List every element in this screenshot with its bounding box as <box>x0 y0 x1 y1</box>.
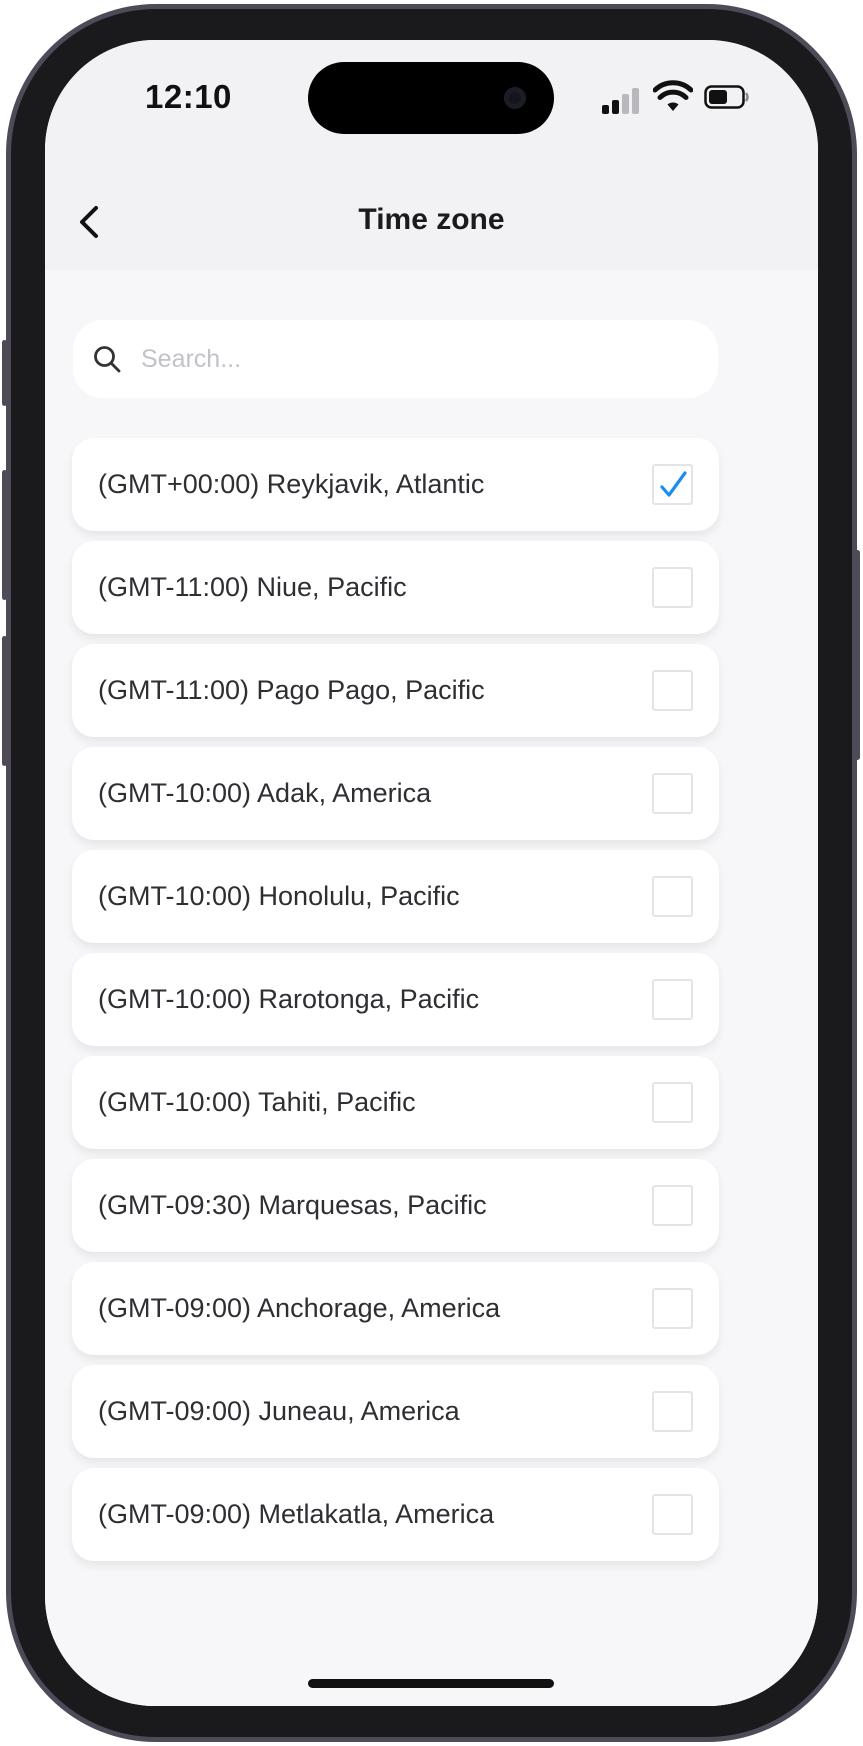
timezone-checkbox[interactable] <box>652 979 693 1020</box>
search-icon <box>94 346 121 373</box>
timezone-row[interactable]: (GMT-11:00) Pago Pago, Pacific <box>72 644 719 737</box>
power-button <box>855 550 860 760</box>
search-input[interactable] <box>139 343 683 375</box>
timezone-checkbox[interactable] <box>652 1185 693 1226</box>
timezone-row[interactable]: (GMT-10:00) Rarotonga, Pacific <box>72 953 719 1046</box>
timezone-list: (GMT+00:00) Reykjavik, Atlantic (GMT-11:0… <box>72 438 719 1571</box>
timezone-checkbox[interactable] <box>652 876 693 917</box>
wifi-icon <box>652 80 694 114</box>
front-camera-icon <box>504 87 526 109</box>
timezone-checkbox[interactable] <box>652 1082 693 1123</box>
timezone-checkbox[interactable] <box>652 1391 693 1432</box>
timezone-label: (GMT-11:00) Pago Pago, Pacific <box>98 675 485 705</box>
timezone-checkbox[interactable] <box>652 773 693 814</box>
page-title: Time zone <box>358 203 505 236</box>
timezone-row[interactable]: (GMT+00:00) Reykjavik, Atlantic <box>72 438 719 531</box>
timezone-row[interactable]: (GMT-09:00) Metlakatla, America <box>72 1468 719 1561</box>
bottom-fade <box>45 1640 818 1706</box>
volume-up-button <box>2 470 7 600</box>
timezone-label: (GMT-10:00) Adak, America <box>98 778 432 808</box>
timezone-checkbox[interactable] <box>652 567 693 608</box>
action-button <box>2 340 7 406</box>
dynamic-island <box>308 62 554 134</box>
timezone-row[interactable]: (GMT-10:00) Honolulu, Pacific <box>72 850 719 943</box>
screen: 12:10 Time zone Search... (GMT+00:00) Re… <box>45 40 818 1706</box>
timezone-label: (GMT+00:00) Reykjavik, Atlantic <box>98 469 485 499</box>
timezone-checkbox[interactable] <box>652 1494 693 1535</box>
timezone-row[interactable]: (GMT-09:00) Juneau, America <box>72 1365 719 1458</box>
timezone-label: (GMT-09:00) Metlakatla, America <box>98 1499 495 1529</box>
checkmark-icon <box>659 470 687 497</box>
timezone-row[interactable]: (GMT-09:30) Marquesas, Pacific <box>72 1159 719 1252</box>
battery-icon <box>704 85 750 109</box>
timezone-label: (GMT-10:00) Tahiti, Pacific <box>98 1087 416 1117</box>
search-box[interactable] <box>73 320 718 398</box>
timezone-label: (GMT-09:00) Anchorage, America <box>98 1293 501 1323</box>
status-time: 12:10 <box>145 78 232 115</box>
timezone-label: (GMT-10:00) Rarotonga, Pacific <box>98 984 480 1014</box>
timezone-row[interactable]: (GMT-10:00) Tahiti, Pacific <box>72 1056 719 1149</box>
timezone-row[interactable]: (GMT-09:00) Anchorage, America <box>72 1262 719 1355</box>
timezone-label: (GMT-10:00) Honolulu, Pacific <box>98 881 460 911</box>
timezone-label: (GMT-09:00) Juneau, America <box>98 1396 460 1426</box>
home-indicator <box>308 1679 554 1688</box>
timezone-row[interactable]: (GMT-11:00) Niue, Pacific <box>72 541 719 634</box>
timezone-checkbox[interactable] <box>652 670 693 711</box>
timezone-checkbox[interactable] <box>652 1288 693 1329</box>
volume-down-button <box>2 636 7 766</box>
timezone-label: (GMT-11:00) Niue, Pacific <box>98 572 407 602</box>
cellular-signal-icon <box>602 88 642 114</box>
timezone-row[interactable]: (GMT-10:00) Adak, America <box>72 747 719 840</box>
timezone-label: (GMT-09:30) Marquesas, Pacific <box>98 1190 487 1220</box>
timezone-checkbox[interactable] <box>652 464 693 505</box>
